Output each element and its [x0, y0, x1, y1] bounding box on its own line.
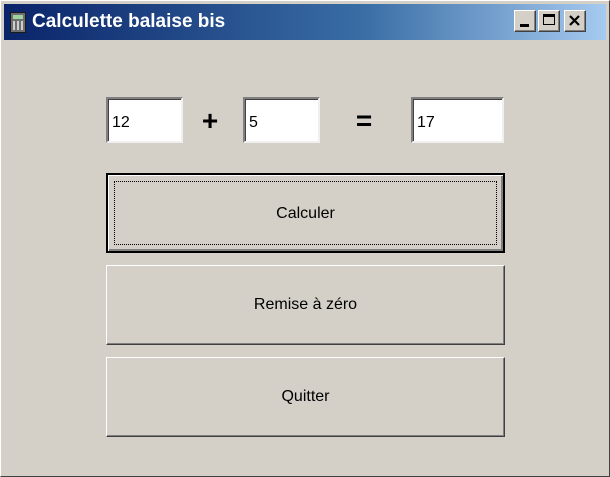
focus-rectangle	[114, 181, 497, 245]
calculate-button[interactable]: Calculer	[106, 173, 505, 253]
quit-button[interactable]: Quitter	[106, 357, 505, 437]
plus-operator: +	[201, 105, 219, 136]
close-icon	[569, 15, 580, 26]
reset-button-label: Remise à zéro	[253, 296, 358, 313]
app-window: Calculette balaise bis + = Calculer Remi…	[0, 0, 610, 477]
reset-button[interactable]: Remise à zéro	[106, 265, 505, 345]
title-bar[interactable]: Calculette balaise bis	[4, 4, 606, 40]
calculator-icon	[10, 12, 26, 33]
result-field[interactable]	[411, 97, 504, 143]
operand-a-field[interactable]	[106, 97, 183, 143]
window-title: Calculette balaise bis	[32, 11, 226, 32]
quit-button-label: Quitter	[281, 388, 330, 405]
close-button[interactable]	[564, 10, 586, 32]
operand-b-field[interactable]	[243, 97, 320, 143]
equals-sign: =	[355, 105, 373, 136]
maximize-icon	[543, 14, 555, 25]
minimize-button[interactable]	[514, 10, 536, 32]
minimize-icon	[520, 24, 529, 27]
maximize-button[interactable]	[538, 10, 560, 32]
